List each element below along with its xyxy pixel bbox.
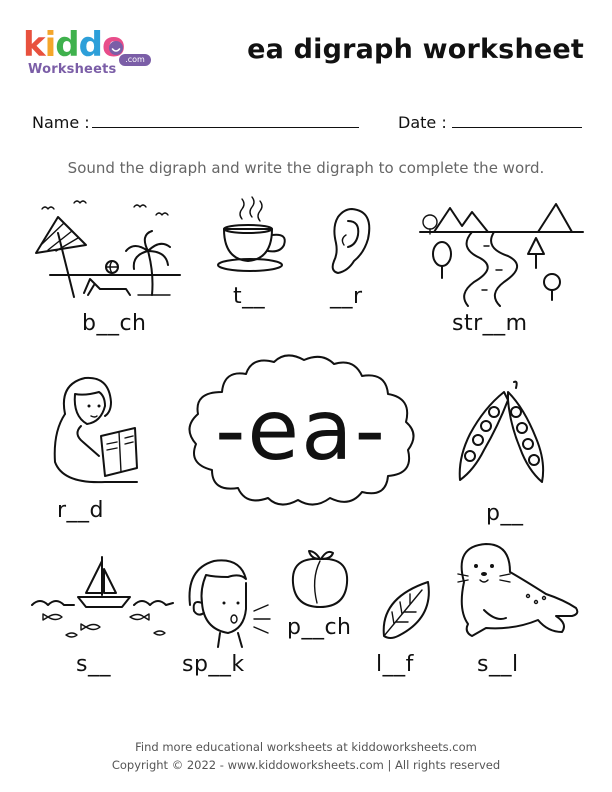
logo-letter: k <box>23 25 46 65</box>
logo-letter: d <box>78 25 103 65</box>
word-stream: str__m <box>452 311 528 336</box>
date-label: Date : <box>398 113 447 132</box>
word-leaf: l__f <box>376 652 414 677</box>
logo-badge: .com <box>119 54 151 66</box>
word-seal: s__l <box>477 652 519 677</box>
name-line[interactable] <box>92 127 359 128</box>
peach-icon <box>291 550 349 608</box>
word-speak: sp__k <box>182 652 245 677</box>
logo-letter: i <box>44 25 57 65</box>
logo-letter: d <box>55 25 79 65</box>
footer-line-1: Find more educational worksheets at kidd… <box>135 740 477 754</box>
girl-reading-icon <box>53 376 138 484</box>
word-beach: b__ch <box>82 311 147 336</box>
center-digraph: -ea- <box>215 381 387 479</box>
sea-boat-icon <box>31 556 174 638</box>
seal-icon <box>457 543 579 637</box>
worksheet-title: ea digraph worksheet <box>247 34 584 65</box>
word-sea: s__ <box>76 652 111 677</box>
teacup-icon <box>217 196 286 272</box>
leaf-icon <box>382 581 430 639</box>
beach-icon <box>35 200 181 298</box>
date-line[interactable] <box>452 127 582 128</box>
footer-line-2: Copyright © 2022 - www.kiddoworksheets.c… <box>111 758 501 772</box>
word-tea: t__ <box>233 284 266 309</box>
stream-icon <box>419 203 584 307</box>
name-label: Name : <box>32 113 90 132</box>
ear-icon <box>331 208 371 274</box>
word-peach: p__ch <box>287 615 352 640</box>
boy-speaking-icon <box>188 559 271 648</box>
word-read: r__d <box>57 498 105 523</box>
word-ear: __r <box>330 284 363 309</box>
word-pea: p__ <box>486 501 524 526</box>
instruction-text: Sound the digraph and write the digraph … <box>67 159 545 177</box>
pea-pod-icon <box>458 380 545 483</box>
logo-subtitle: Worksheets <box>28 62 117 77</box>
